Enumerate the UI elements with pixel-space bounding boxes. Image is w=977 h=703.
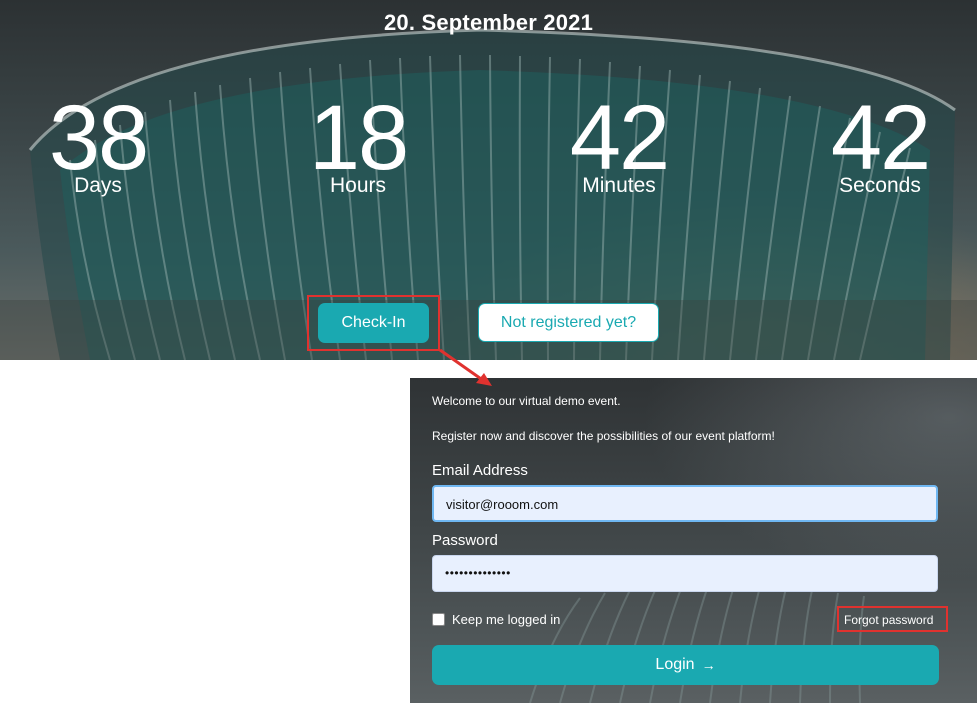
login-button-label: Login [655, 656, 695, 673]
minutes-value: 42 [569, 87, 670, 189]
register-info-text: Register now and discover the possibilit… [432, 429, 775, 443]
days-label: Days [74, 174, 122, 197]
countdown-hours: 18 Hours [258, 92, 458, 198]
hours-value: 18 [308, 87, 409, 189]
email-label: Email Address [432, 462, 528, 479]
password-field[interactable]: •••••••••••••• [432, 555, 938, 592]
checkin-button[interactable]: Check-In [318, 303, 429, 343]
forgot-password-link[interactable]: Forgot password [844, 613, 933, 627]
keep-logged-in-option[interactable]: Keep me logged in [432, 612, 560, 627]
password-label: Password [432, 532, 498, 549]
not-registered-button[interactable]: Not registered yet? [478, 303, 659, 342]
keep-logged-in-label: Keep me logged in [452, 612, 561, 627]
arrow-right-icon: → [701, 657, 716, 673]
minutes-label: Minutes [582, 174, 656, 197]
hero-banner: 20. September 2021 38 Days 18 Hours 42 M… [0, 0, 977, 360]
event-date: 20. September 2021 [383, 10, 594, 35]
countdown-days: 38 Days [0, 92, 198, 198]
login-panel: Welcome to our virtual demo event. Regis… [410, 378, 977, 703]
email-field[interactable]: visitor@rooom.com [432, 485, 938, 522]
login-button[interactable]: Login → [432, 645, 939, 685]
hours-label: Hours [329, 174, 387, 197]
seconds-label: Seconds [839, 174, 921, 197]
countdown-minutes: 42 Minutes [519, 92, 719, 198]
days-value: 38 [48, 87, 149, 189]
countdown-seconds: 42 Seconds [780, 92, 977, 198]
seconds-value: 42 [830, 87, 931, 189]
welcome-text: Welcome to our virtual demo event. [432, 394, 621, 408]
keep-logged-in-checkbox[interactable] [432, 613, 445, 626]
